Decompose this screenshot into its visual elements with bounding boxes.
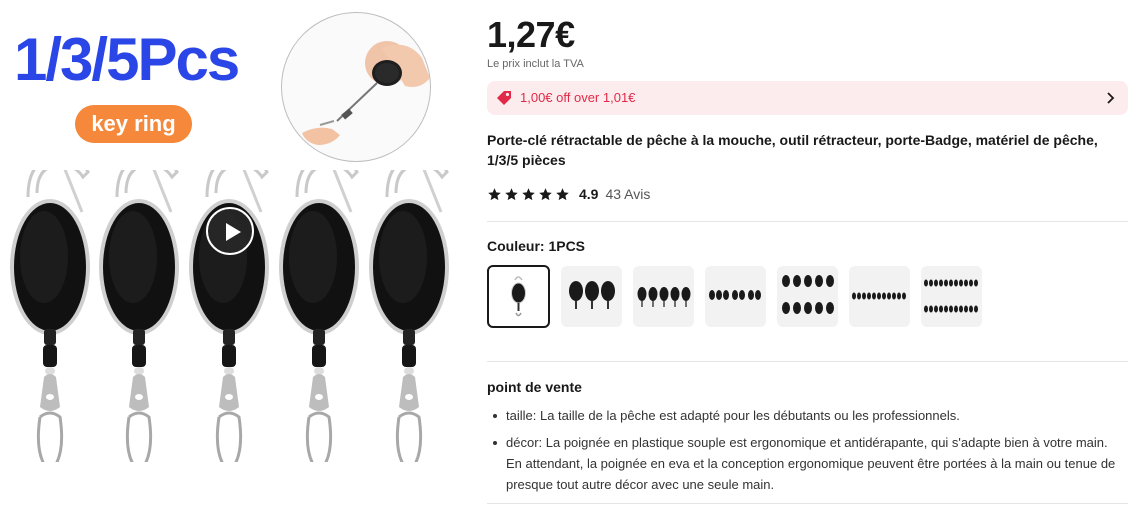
coupon-banner[interactable]: 1,00€ off over 1,01€ bbox=[487, 81, 1128, 115]
product-title: Porte-clé rétractable de pêche à la mouc… bbox=[487, 132, 1098, 168]
swatch-option-6[interactable] bbox=[849, 266, 910, 327]
swatch-thumbnail bbox=[569, 281, 615, 309]
swatch-thumbnail bbox=[852, 292, 906, 300]
play-video-button[interactable] bbox=[206, 207, 254, 255]
selling-points-list: taille: La taille de la pêche est adapté… bbox=[487, 405, 1127, 501]
rating-row[interactable]: 4.9 43 Avis bbox=[487, 185, 650, 203]
usage-inset-image bbox=[281, 12, 431, 162]
swatch-5pcs[interactable] bbox=[633, 266, 694, 327]
vat-note: Le prix inclut la TVA bbox=[487, 58, 584, 70]
swatch-thumbnail bbox=[924, 279, 978, 313]
rating-value: 4.9 bbox=[579, 186, 599, 202]
swatch-option-7[interactable] bbox=[921, 266, 982, 327]
color-label: Couleur: 1PCS bbox=[487, 238, 586, 254]
chevron-right-icon bbox=[1107, 92, 1115, 104]
list-item: décor: La poignée en plastique souple es… bbox=[487, 432, 1127, 495]
tag-icon bbox=[497, 91, 511, 105]
product-image[interactable]: 1/3/5Pcs key ring bbox=[0, 0, 462, 462]
play-icon bbox=[226, 223, 241, 241]
star-icon bbox=[556, 187, 569, 200]
divider bbox=[487, 221, 1128, 222]
divider bbox=[487, 503, 1128, 504]
star-icon bbox=[539, 187, 552, 200]
image-headline: 1/3/5Pcs bbox=[14, 26, 240, 93]
star-icon bbox=[522, 187, 535, 200]
swatch-1pcs[interactable] bbox=[487, 265, 550, 328]
star-icon bbox=[488, 187, 501, 200]
product-price: 1,27€ bbox=[487, 14, 575, 55]
divider bbox=[487, 361, 1128, 362]
selling-points-title: point de vente bbox=[487, 379, 582, 395]
swatch-option-4[interactable] bbox=[705, 266, 766, 327]
swatch-option-5[interactable] bbox=[777, 266, 838, 327]
rating-stars bbox=[487, 187, 570, 202]
swatch-thumbnail bbox=[511, 276, 526, 317]
image-badge: key ring bbox=[75, 105, 192, 143]
swatch-thumbnail bbox=[637, 287, 691, 307]
color-swatches bbox=[487, 265, 982, 328]
star-icon bbox=[505, 187, 518, 200]
swatch-thumbnail bbox=[709, 290, 761, 300]
coupon-text: 1,00€ off over 1,01€ bbox=[520, 90, 636, 105]
swatch-3pcs[interactable] bbox=[561, 266, 622, 327]
list-item: taille: La taille de la pêche est adapté… bbox=[487, 405, 1127, 426]
swatch-thumbnail bbox=[782, 275, 834, 314]
reviews-link[interactable]: 43 Avis bbox=[605, 186, 650, 202]
